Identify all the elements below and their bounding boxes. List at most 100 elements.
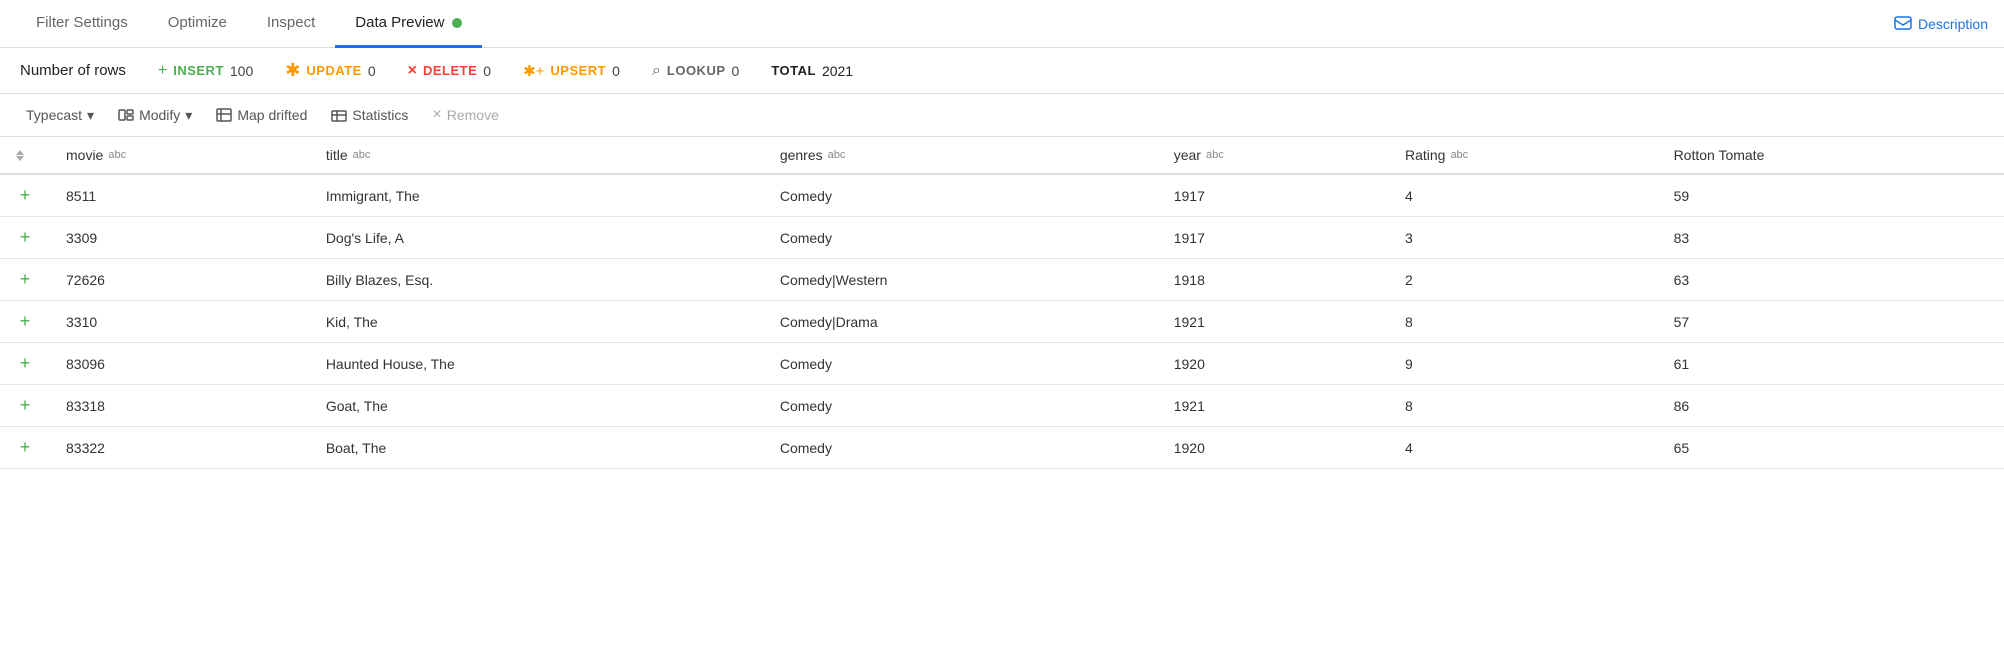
delete-count: 0 [483, 63, 491, 79]
row-rating: 4 [1389, 174, 1658, 217]
toolbar: Typecast ▾ Modify ▾ Map drifted Statisti… [0, 94, 2004, 137]
table-row: +3310Kid, TheComedy|Drama1921857 [0, 301, 2004, 343]
row-year: 1917 [1158, 217, 1389, 259]
insert-stat: + INSERT 100 [158, 62, 253, 80]
rating-col-header[interactable]: Rating abc [1389, 137, 1658, 174]
modify-button[interactable]: Modify ▾ [108, 103, 202, 128]
upsert-name: UPSERT [550, 63, 606, 78]
tab-filter-settings-label: Filter Settings [36, 14, 128, 31]
delete-icon: × [408, 62, 417, 80]
table-row: +72626Billy Blazes, Esq.Comedy|Western19… [0, 259, 2004, 301]
title-col-header[interactable]: title abc [310, 137, 764, 174]
row-genres: Comedy|Western [764, 259, 1158, 301]
row-insert-action[interactable]: + [0, 385, 50, 427]
row-title: Billy Blazes, Esq. [310, 259, 764, 301]
lookup-icon: ⌕ [652, 62, 661, 80]
table-row: +83318Goat, TheComedy1921886 [0, 385, 2004, 427]
row-rotten: 86 [1658, 385, 2004, 427]
sort-icon[interactable] [16, 150, 24, 161]
tab-optimize-label: Optimize [168, 14, 227, 31]
typecast-label: Typecast [26, 107, 82, 123]
tab-optimize[interactable]: Optimize [148, 1, 247, 48]
remove-button[interactable]: × Remove [422, 102, 508, 128]
row-genres: Comedy [764, 174, 1158, 217]
row-title: Immigrant, The [310, 174, 764, 217]
row-rating: 8 [1389, 301, 1658, 343]
row-rating: 8 [1389, 385, 1658, 427]
table-row: +83096Haunted House, TheComedy1920961 [0, 343, 2004, 385]
typecast-dropdown-icon: ▾ [87, 107, 94, 124]
lookup-count: 0 [732, 63, 740, 79]
sort-col-header[interactable] [0, 137, 50, 174]
row-rotten: 63 [1658, 259, 2004, 301]
row-rating: 2 [1389, 259, 1658, 301]
statistics-button[interactable]: Statistics [321, 103, 418, 127]
row-insert-action[interactable]: + [0, 259, 50, 301]
description-label: Description [1918, 16, 1988, 32]
description-button[interactable]: Description [1894, 16, 1988, 32]
total-count: 2021 [822, 63, 853, 79]
upsert-icon: ✱+ [523, 62, 544, 80]
table-row: +8511Immigrant, TheComedy1917459 [0, 174, 2004, 217]
modify-dropdown-icon: ▾ [185, 107, 192, 124]
modify-label: Modify [139, 107, 180, 123]
row-genres: Comedy [764, 385, 1158, 427]
update-name: UPDATE [306, 63, 361, 78]
row-insert-action[interactable]: + [0, 174, 50, 217]
row-rating: 9 [1389, 343, 1658, 385]
map-drifted-button[interactable]: Map drifted [206, 103, 317, 127]
row-rating: 4 [1389, 427, 1658, 469]
row-rotten: 61 [1658, 343, 2004, 385]
row-insert-action[interactable]: + [0, 343, 50, 385]
tab-data-preview[interactable]: Data Preview [335, 1, 482, 48]
tab-data-preview-label: Data Preview [355, 14, 444, 31]
row-insert-action[interactable]: + [0, 427, 50, 469]
row-genres: Comedy [764, 217, 1158, 259]
row-title: Dog's Life, A [310, 217, 764, 259]
table-header-row: movie abc title abc genres abc [0, 137, 2004, 174]
row-title: Haunted House, The [310, 343, 764, 385]
row-movie: 3310 [50, 301, 310, 343]
data-table: movie abc title abc genres abc [0, 137, 2004, 469]
table-row: +3309Dog's Life, AComedy1917383 [0, 217, 2004, 259]
update-stat: ✱ UPDATE 0 [285, 60, 375, 81]
tab-inspect[interactable]: Inspect [247, 1, 335, 48]
lookup-stat: ⌕ LOOKUP 0 [652, 62, 739, 80]
typecast-button[interactable]: Typecast ▾ [16, 103, 104, 128]
row-title: Boat, The [310, 427, 764, 469]
row-insert-action[interactable]: + [0, 301, 50, 343]
map-drifted-icon [216, 107, 232, 123]
row-rotten: 59 [1658, 174, 2004, 217]
insert-icon: + [158, 62, 167, 80]
delete-name: DELETE [423, 63, 477, 78]
row-year: 1920 [1158, 427, 1389, 469]
rating-col-type: abc [1450, 149, 1468, 161]
active-dot [452, 18, 462, 28]
year-col-header[interactable]: year abc [1158, 137, 1389, 174]
insert-name: INSERT [173, 63, 224, 78]
movie-col-type: abc [108, 149, 126, 161]
title-col-type: abc [353, 149, 371, 161]
genres-col-header[interactable]: genres abc [764, 137, 1158, 174]
row-year: 1921 [1158, 385, 1389, 427]
movie-col-header[interactable]: movie abc [50, 137, 310, 174]
movie-col-label: movie [66, 147, 103, 163]
total-stat: TOTAL 2021 [771, 63, 853, 79]
tab-filter-settings[interactable]: Filter Settings [16, 1, 148, 48]
row-insert-action[interactable]: + [0, 217, 50, 259]
remove-icon: × [432, 106, 441, 124]
row-year: 1917 [1158, 174, 1389, 217]
rotten-col-header[interactable]: Rotton Tomate [1658, 137, 2004, 174]
row-movie: 8511 [50, 174, 310, 217]
statistics-icon [331, 107, 347, 123]
row-count-bar: Number of rows + INSERT 100 ✱ UPDATE 0 ×… [0, 48, 2004, 94]
row-genres: Comedy [764, 427, 1158, 469]
row-count-label: Number of rows [20, 62, 126, 79]
row-year: 1920 [1158, 343, 1389, 385]
row-rating: 3 [1389, 217, 1658, 259]
row-rotten: 57 [1658, 301, 2004, 343]
modify-icon [118, 107, 134, 123]
row-movie: 83318 [50, 385, 310, 427]
table-row: +83322Boat, TheComedy1920465 [0, 427, 2004, 469]
tab-inspect-label: Inspect [267, 14, 315, 31]
